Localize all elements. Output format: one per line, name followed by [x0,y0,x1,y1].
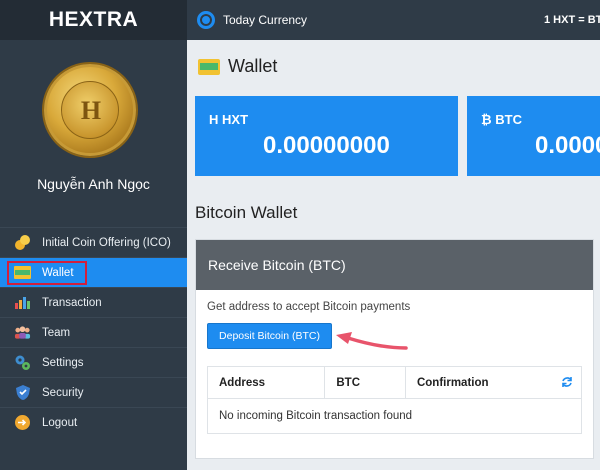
panel-heading: Receive Bitcoin (BTC) [196,240,593,290]
column-confirmation: Confirmation [406,367,581,398]
sidebar: H Nguyễn Anh Ngọc Initial Coin Offering … [0,40,187,470]
card-amount: 0.00000000 [263,132,390,159]
today-currency[interactable]: Today Currency [197,9,307,31]
coins-icon [14,234,31,251]
card-label: ₿ BTC [481,112,522,127]
table-header: Address BTC Confirmation [208,367,581,399]
brand-logo[interactable]: HEXTRA [0,0,187,40]
sidebar-item-label: Transaction [42,296,102,309]
sidebar-menu: Initial Coin Offering (ICO) Wallet Trans… [0,227,187,437]
page-title: Wallet [198,56,277,77]
empty-state: No incoming Bitcoin transaction found [219,410,413,422]
balance-card-hxt[interactable]: H HXT 0.00000000 [195,96,458,176]
sidebar-item-label: Initial Coin Offering (ICO) [42,236,171,249]
pointer-arrow-icon [336,332,408,350]
deposit-bitcoin-button[interactable]: Deposit Bitcoin (BTC) [207,323,332,349]
logout-icon [14,414,31,431]
sidebar-item-label: Security [42,386,84,399]
sidebar-item-ico[interactable]: Initial Coin Offering (ICO) [0,227,187,257]
team-icon [14,324,31,341]
username: Nguyễn Anh Ngọc [37,176,150,192]
sidebar-item-team[interactable]: Team [0,317,187,347]
bar-chart-icon [14,294,31,311]
highlight-box [7,261,87,285]
balance-card-btc[interactable]: ₿ BTC 0.0000 [467,96,600,176]
gear-icon [14,354,31,371]
transactions-table: Address BTC Confirmation No incoming Bit… [207,366,582,434]
panel-description: Get address to accept Bitcoin payments [207,301,411,313]
card-amount: 0.0000 [535,132,600,159]
card-label: H HXT [209,112,249,127]
wallet-icon [198,58,220,75]
sidebar-item-security[interactable]: Security [0,377,187,407]
coin-emblem: H [61,81,119,139]
bitcoin-icon: ₿ [481,112,492,127]
hxt-icon: H [209,112,219,127]
avatar-letter: H [80,96,102,125]
sidebar-item-label: Logout [42,416,78,429]
shield-icon [14,384,31,401]
exchange-rate: 1 HXT = BTC [544,14,600,26]
page-title-text: Wallet [228,56,278,76]
sidebar-item-label: Settings [42,356,84,369]
section-title: Bitcoin Wallet [195,203,298,222]
sidebar-item-logout[interactable]: Logout [0,407,187,437]
top-bar: HEXTRA Today Currency 1 HXT = BTC [0,0,600,40]
column-address: Address [208,367,326,398]
refresh-icon[interactable] [561,376,573,388]
sidebar-item-settings[interactable]: Settings [0,347,187,377]
column-btc: BTC [325,367,406,398]
avatar[interactable]: H [44,64,136,156]
currency-icon [197,11,215,29]
sidebar-item-wallet[interactable]: Wallet [0,257,187,287]
sidebar-item-label: Team [42,326,71,339]
sidebar-item-transaction[interactable]: Transaction [0,287,187,317]
today-currency-label: Today Currency [223,13,308,27]
